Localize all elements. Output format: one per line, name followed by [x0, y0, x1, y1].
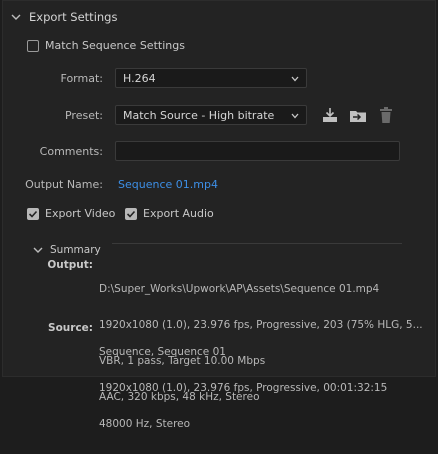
comments-label: Comments:: [39, 145, 103, 158]
format-select[interactable]: H.264: [115, 68, 307, 88]
checkmark-icon: [28, 210, 38, 218]
match-sequence-label: Match Sequence Settings: [45, 39, 185, 52]
export-audio-row[interactable]: Export Audio: [125, 207, 214, 220]
match-sequence-row[interactable]: Match Sequence Settings: [27, 39, 185, 52]
summary-divider: [112, 243, 402, 244]
summary-output-label: Output:: [47, 259, 93, 271]
export-settings-header[interactable]: Export Settings: [11, 9, 117, 25]
delete-preset-icon[interactable]: [377, 106, 395, 124]
summary-source-line: 1920x1080 (1.0), 23.976 fps, Progressive…: [99, 382, 388, 394]
export-settings-panel: Export Settings Match Sequence Settings …: [2, 0, 436, 430]
export-audio-label: Export Audio: [143, 207, 214, 220]
output-name-link[interactable]: Sequence 01.mp4: [118, 178, 218, 191]
export-audio-checkbox[interactable]: [125, 207, 137, 220]
preset-select[interactable]: Match Source - High bitrate: [115, 105, 307, 125]
summary-source-label: Source:: [48, 322, 93, 334]
summary-source-text: Sequence, Sequence 01 1920x1080 (1.0), 2…: [99, 322, 387, 454]
summary-header[interactable]: Summary: [33, 244, 101, 256]
chevron-down-icon: [291, 113, 299, 119]
summary-source-line: 48000 Hz, Stereo: [99, 418, 191, 430]
section-title: Export Settings: [29, 10, 118, 24]
format-value: H.264: [123, 71, 156, 85]
export-video-checkbox[interactable]: [27, 207, 39, 220]
import-preset-icon[interactable]: [349, 106, 367, 124]
chevron-down-icon: [291, 76, 299, 82]
summary-output-line: D:\Super_Works\Upwork\AP\Assets\Sequence…: [99, 283, 380, 295]
summary-title: Summary: [50, 244, 101, 256]
comments-field[interactable]: [115, 141, 400, 161]
chevron-down-icon[interactable]: [33, 245, 43, 255]
chevron-down-icon[interactable]: [11, 12, 21, 22]
save-preset-icon[interactable]: [321, 106, 339, 124]
format-label: Format:: [60, 72, 103, 85]
output-name-label: Output Name:: [25, 178, 103, 191]
preset-label: Preset:: [64, 109, 103, 122]
match-sequence-checkbox[interactable]: [27, 39, 39, 52]
preset-value: Match Source - High bitrate: [123, 108, 275, 122]
export-video-label: Export Video: [45, 207, 116, 220]
summary-source-line: Sequence, Sequence 01: [99, 346, 226, 358]
export-video-row[interactable]: Export Video: [27, 207, 115, 220]
checkmark-icon: [126, 210, 136, 218]
